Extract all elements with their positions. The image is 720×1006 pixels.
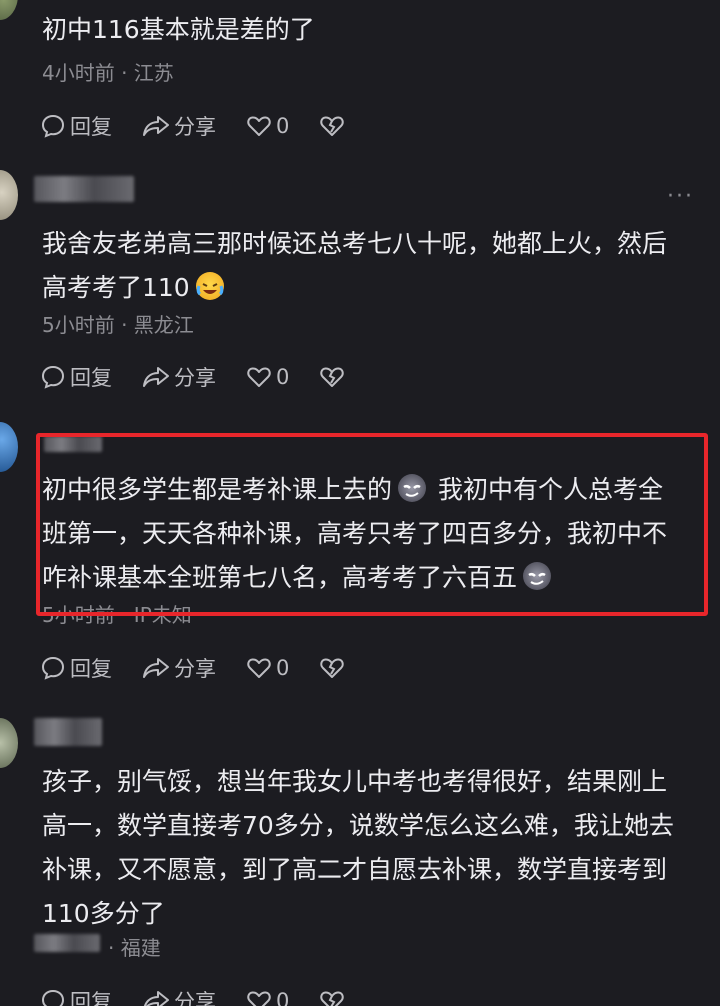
avatar[interactable]: [0, 718, 18, 768]
avatar[interactable]: [0, 170, 18, 220]
comment-actions: 回复 分享 0: [40, 362, 379, 392]
like-button[interactable]: 0: [246, 656, 289, 680]
share-button[interactable]: 分享: [142, 111, 216, 141]
comment-text-line: 110多分了: [42, 899, 165, 928]
reply-button[interactable]: 回复: [40, 653, 112, 683]
like-count: 0: [276, 365, 290, 389]
share-button[interactable]: 分享: [142, 986, 216, 1006]
reply-button[interactable]: 回复: [40, 362, 112, 392]
comment-text: 我舍友老弟高三那时候还总考七八十呢，她都上火，然后 高考考了110: [42, 222, 702, 310]
like-count: 0: [276, 989, 290, 1006]
reply-label: 回复: [70, 990, 112, 1006]
comment-text-line: 高考考了110: [42, 266, 702, 310]
comment-text-line: 孩子，别气馁，想当年我女儿中考也考得很好，结果刚上: [42, 767, 668, 796]
heart-icon: [247, 367, 271, 387]
reply-label: 回复: [70, 657, 112, 681]
more-options-icon[interactable]: ···: [667, 184, 694, 209]
comment-text: 孩子，别气馁，想当年我女儿中考也考得很好，结果刚上 高一，数学直接考70多分，说…: [42, 760, 702, 936]
username-blurred: [34, 718, 102, 746]
comment-actions: 回复 分享 0: [40, 653, 379, 683]
comment-bubble-icon: [41, 365, 65, 389]
share-button[interactable]: 分享: [142, 362, 216, 392]
share-arrow-icon: [143, 658, 169, 678]
laughing-crying-emoji-icon: [195, 272, 224, 300]
like-count: 0: [276, 656, 290, 680]
like-button[interactable]: 0: [246, 989, 289, 1006]
comment-feed: 初中116基本就是差的了 4小时前 · 江苏 回复 分享 0 ··· 我舍友老弟…: [0, 0, 720, 1006]
reply-label: 回复: [70, 115, 112, 139]
share-label: 分享: [174, 990, 216, 1006]
comment-meta: · 福建: [108, 936, 161, 960]
avatar[interactable]: [0, 0, 18, 20]
share-arrow-icon: [143, 991, 169, 1006]
avatar[interactable]: [0, 422, 18, 472]
dislike-button[interactable]: [319, 114, 349, 138]
heart-icon: [247, 116, 271, 136]
comment-text: 初中116基本就是差的了: [42, 15, 315, 44]
time-blurred: [34, 934, 100, 952]
dislike-button[interactable]: [319, 365, 349, 389]
reply-button[interactable]: 回复: [40, 111, 112, 141]
broken-heart-icon: [320, 991, 345, 1006]
heart-icon: [247, 991, 271, 1006]
comment-actions: 回复 分享 0: [40, 986, 379, 1006]
comment-meta: 5小时前 · 黑龙江: [42, 313, 194, 337]
broken-heart-icon: [320, 116, 345, 136]
comment-text-segment: 高考考了110: [42, 273, 190, 302]
comment-meta: 4小时前 · 江苏: [42, 61, 174, 85]
share-arrow-icon: [143, 367, 169, 387]
comment-text-line: 补课，又不愿意，到了高二才自愿去补课，数学直接考到: [42, 855, 668, 884]
broken-heart-icon: [320, 658, 345, 678]
like-button[interactable]: 0: [246, 365, 289, 389]
comment-text-line: 我舍友老弟高三那时候还总考七八十呢，她都上火，然后: [42, 229, 668, 258]
like-count: 0: [276, 114, 290, 138]
username-blurred: [34, 176, 134, 202]
comment-bubble-icon: [41, 114, 65, 138]
comment-actions: 回复 分享 0: [40, 111, 379, 141]
highlight-box: [36, 433, 708, 616]
comment-bubble-icon: [41, 989, 65, 1006]
heart-icon: [247, 658, 271, 678]
share-label: 分享: [174, 115, 216, 139]
share-label: 分享: [174, 366, 216, 390]
broken-heart-icon: [320, 367, 345, 387]
reply-button[interactable]: 回复: [40, 986, 112, 1006]
like-button[interactable]: 0: [246, 114, 289, 138]
comment-bubble-icon: [41, 656, 65, 680]
share-label: 分享: [174, 657, 216, 681]
reply-label: 回复: [70, 366, 112, 390]
share-arrow-icon: [143, 116, 169, 136]
comment-text-line: 高一，数学直接考70多分，说数学怎么这么难，我让她去: [42, 811, 674, 840]
share-button[interactable]: 分享: [142, 653, 216, 683]
dislike-button[interactable]: [319, 656, 349, 680]
dislike-button[interactable]: [319, 989, 349, 1006]
